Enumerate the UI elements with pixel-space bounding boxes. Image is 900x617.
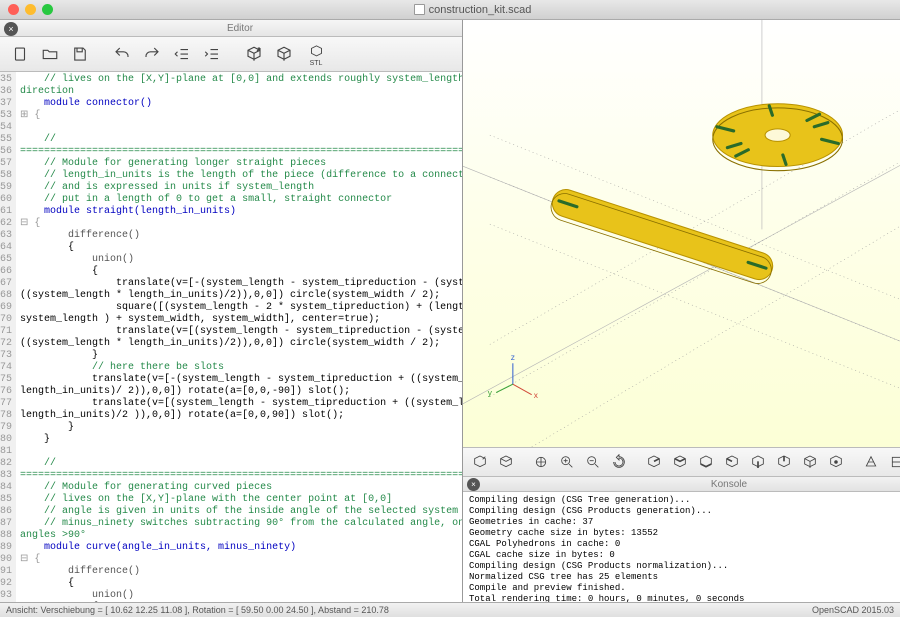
code-editor[interactable]: 3536375354555657585960616263646566676869… (0, 72, 462, 602)
orthogonal-button[interactable] (884, 450, 900, 474)
viewport-canvas[interactable]: z x y (463, 20, 900, 447)
konsole-header: × Konsole (463, 477, 900, 492)
zoom-in-button[interactable] (554, 450, 579, 474)
view-left-button[interactable] (719, 450, 744, 474)
svg-text:x: x (534, 390, 539, 400)
status-right: OpenSCAD 2015.03 (812, 605, 894, 615)
minimize-window-button[interactable] (25, 4, 36, 15)
preview-pane: z x y (463, 20, 900, 602)
reset-view-button[interactable] (606, 450, 631, 474)
perspective-button[interactable] (858, 450, 883, 474)
new-button[interactable] (6, 41, 34, 67)
line-gutter: 3536375354555657585960616263646566676869… (0, 72, 16, 602)
view-right-button[interactable] (641, 450, 666, 474)
view-center-button[interactable] (823, 450, 848, 474)
window-titlebar: construction_kit.scad (0, 0, 900, 20)
preview-view-button[interactable] (467, 450, 492, 474)
render-view-button[interactable] (493, 450, 518, 474)
view-diagonal-button[interactable] (797, 450, 822, 474)
indent-button[interactable] (198, 41, 226, 67)
view-top-button[interactable] (667, 450, 692, 474)
konsole-output[interactable]: Compiling design (CSG Tree generation)..… (463, 492, 900, 602)
status-bar: Ansicht: Verschiebung = [ 10.62 12.25 11… (0, 602, 900, 617)
zoom-window-button[interactable] (42, 4, 53, 15)
export-stl-button[interactable]: STL (300, 41, 332, 67)
window-title: construction_kit.scad (429, 4, 532, 16)
editor-header: Editor (18, 23, 462, 34)
editor-pane: × Editor STL 353637535455565758596061626… (0, 20, 463, 602)
svg-text:z: z (511, 352, 515, 362)
code-content[interactable]: // lives on the [X,Y]-plane at [0,0] and… (16, 72, 462, 602)
preview-button[interactable] (240, 41, 268, 67)
3d-viewport[interactable]: z x y (463, 20, 900, 447)
close-window-button[interactable] (8, 4, 19, 15)
view-back-button[interactable] (771, 450, 796, 474)
view-toolbar (463, 447, 900, 477)
status-left: Ansicht: Verschiebung = [ 10.62 12.25 11… (6, 605, 389, 615)
close-konsole-icon[interactable]: × (467, 478, 480, 491)
save-button[interactable] (66, 41, 94, 67)
close-editor-icon[interactable]: × (4, 22, 18, 36)
view-front-button[interactable] (745, 450, 770, 474)
unindent-button[interactable] (168, 41, 196, 67)
open-button[interactable] (36, 41, 64, 67)
document-icon (414, 4, 425, 15)
view-all-button[interactable] (528, 450, 553, 474)
render-button[interactable] (270, 41, 298, 67)
svg-text:y: y (488, 388, 493, 398)
editor-toolbar: STL (0, 37, 462, 72)
view-bottom-button[interactable] (693, 450, 718, 474)
redo-button[interactable] (138, 41, 166, 67)
undo-button[interactable] (108, 41, 136, 67)
zoom-out-button[interactable] (580, 450, 605, 474)
